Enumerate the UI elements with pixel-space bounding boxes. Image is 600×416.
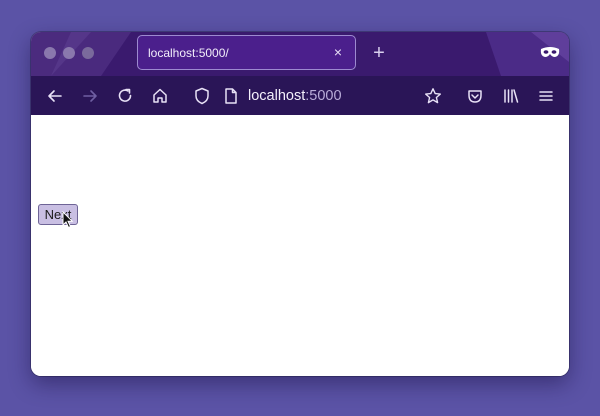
- page-icon[interactable]: [221, 86, 241, 106]
- arrow-right-icon[interactable]: [80, 86, 100, 106]
- tab-localhost[interactable]: localhost:5000/ ×: [137, 35, 356, 70]
- mouse-cursor-icon: [62, 210, 74, 234]
- library-icon[interactable]: [501, 86, 521, 106]
- tab-close-icon[interactable]: ×: [329, 43, 347, 61]
- maximize-window-button[interactable]: [82, 47, 94, 59]
- browser-window: localhost:5000/ × + localhost:5000 Next: [31, 32, 569, 376]
- shield-icon[interactable]: [192, 86, 212, 106]
- pocket-icon[interactable]: [465, 86, 485, 106]
- url-host: localhost: [248, 88, 306, 104]
- minimize-window-button[interactable]: [63, 47, 75, 59]
- address-bar[interactable]: localhost:5000: [248, 86, 342, 106]
- page-content: Next: [31, 115, 569, 376]
- close-window-button[interactable]: [44, 47, 56, 59]
- tab-title: localhost:5000/: [148, 46, 229, 60]
- home-icon[interactable]: [150, 86, 170, 106]
- reload-icon[interactable]: [115, 86, 135, 106]
- private-browsing-mask-icon: [539, 43, 561, 66]
- hamburger-menu-icon[interactable]: [536, 86, 556, 106]
- title-bar: localhost:5000/ × +: [31, 32, 569, 76]
- arrow-left-icon[interactable]: [45, 86, 65, 106]
- navigation-toolbar: localhost:5000: [31, 76, 569, 115]
- new-tab-icon[interactable]: +: [370, 43, 388, 63]
- url-port: :5000: [305, 88, 342, 104]
- star-icon[interactable]: [423, 86, 443, 106]
